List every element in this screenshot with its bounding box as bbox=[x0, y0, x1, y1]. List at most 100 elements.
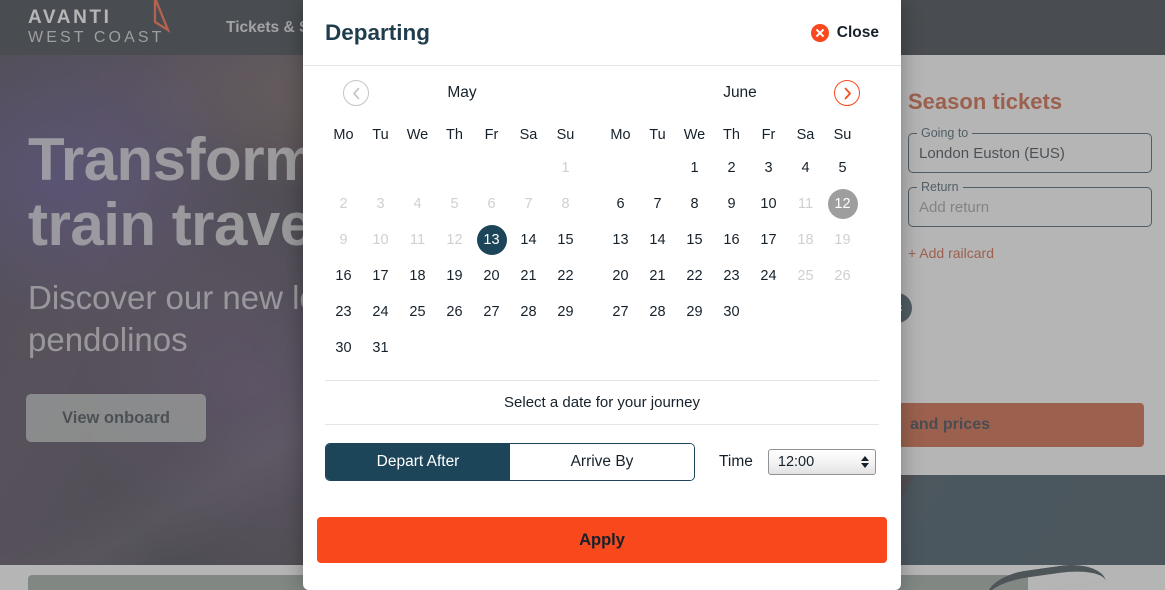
day-june-3[interactable]: 3 bbox=[754, 153, 784, 183]
weekday-mo: Mo bbox=[610, 127, 631, 143]
day-june-15[interactable]: 15 bbox=[680, 225, 710, 255]
day-cell: 29 bbox=[547, 294, 584, 330]
day-cell: 13 bbox=[602, 222, 639, 258]
day-june-17[interactable]: 17 bbox=[754, 225, 784, 255]
day-may-17[interactable]: 17 bbox=[366, 261, 396, 291]
day-empty bbox=[514, 333, 544, 363]
day-june-21[interactable]: 21 bbox=[643, 261, 673, 291]
day-may-24[interactable]: 24 bbox=[366, 297, 396, 327]
day-may-27[interactable]: 27 bbox=[477, 297, 507, 327]
day-june-20[interactable]: 20 bbox=[606, 261, 636, 291]
day-may-28[interactable]: 28 bbox=[514, 297, 544, 327]
page-root: AVANTI WEST COAST Tickets & Savings Tran… bbox=[0, 0, 1165, 590]
day-cell bbox=[639, 150, 676, 186]
day-june-4[interactable]: 4 bbox=[791, 153, 821, 183]
day-may-22[interactable]: 22 bbox=[551, 261, 581, 291]
day-cell: 15 bbox=[547, 222, 584, 258]
day-june-1[interactable]: 1 bbox=[680, 153, 710, 183]
day-june-24[interactable]: 24 bbox=[754, 261, 784, 291]
day-cell: 19 bbox=[824, 222, 861, 258]
day-june-7[interactable]: 7 bbox=[643, 189, 673, 219]
day-june-27[interactable]: 27 bbox=[606, 297, 636, 327]
next-month-button[interactable] bbox=[834, 80, 860, 106]
day-cell: 10 bbox=[362, 222, 399, 258]
day-may-25[interactable]: 25 bbox=[403, 297, 433, 327]
weekday-sa: Sa bbox=[519, 127, 538, 143]
day-may-8: 8 bbox=[561, 196, 570, 212]
day-cell: 22 bbox=[676, 258, 713, 294]
day-cell: 1 bbox=[676, 150, 713, 186]
day-june-29[interactable]: 29 bbox=[680, 297, 710, 327]
weekday-tu: Tu bbox=[649, 127, 666, 143]
month-label-may: May bbox=[447, 84, 477, 101]
day-cell: 2 bbox=[713, 150, 750, 186]
day-cell bbox=[510, 150, 547, 186]
depart-arrive-toggle: Depart After Arrive By bbox=[325, 443, 695, 481]
day-june-12[interactable]: 12 bbox=[827, 189, 858, 219]
day-june-13[interactable]: 13 bbox=[606, 225, 636, 255]
day-may-14[interactable]: 14 bbox=[514, 225, 544, 255]
calendar-week-row: 23 24 25 26 27 28 29 bbox=[325, 294, 602, 330]
day-may-20[interactable]: 20 bbox=[477, 261, 507, 291]
day-may-21[interactable]: 21 bbox=[514, 261, 544, 291]
day-cell: 30 bbox=[713, 294, 750, 330]
day-cell bbox=[824, 294, 861, 330]
day-may-30[interactable]: 30 bbox=[329, 333, 359, 363]
day-cell: 25 bbox=[787, 258, 824, 294]
day-june-5[interactable]: 5 bbox=[828, 153, 858, 183]
modal-header: Departing Close bbox=[303, 0, 901, 66]
day-june-19: 19 bbox=[834, 232, 851, 248]
spinner-arrows-icon[interactable] bbox=[860, 456, 869, 468]
day-cell: 29 bbox=[676, 294, 713, 330]
day-june-16[interactable]: 16 bbox=[717, 225, 747, 255]
day-june-10[interactable]: 10 bbox=[754, 189, 784, 219]
day-june-30[interactable]: 30 bbox=[717, 297, 747, 327]
day-may-31[interactable]: 31 bbox=[366, 333, 396, 363]
day-may-29[interactable]: 29 bbox=[551, 297, 581, 327]
day-may-18[interactable]: 18 bbox=[403, 261, 433, 291]
day-may-26[interactable]: 26 bbox=[440, 297, 470, 327]
day-cell: 8 bbox=[676, 186, 713, 222]
day-cell bbox=[787, 294, 824, 330]
day-cell: 16 bbox=[713, 222, 750, 258]
time-select[interactable]: 12:00 bbox=[767, 449, 876, 475]
day-june-23[interactable]: 23 bbox=[717, 261, 747, 291]
day-june-18: 18 bbox=[797, 232, 814, 248]
close-button[interactable]: Close bbox=[810, 23, 879, 42]
day-june-9[interactable]: 9 bbox=[717, 189, 747, 219]
day-cell: 22 bbox=[547, 258, 584, 294]
day-cell bbox=[824, 330, 861, 366]
day-june-28[interactable]: 28 bbox=[643, 297, 673, 327]
day-empty bbox=[643, 333, 673, 363]
day-june-6[interactable]: 6 bbox=[606, 189, 636, 219]
day-june-8[interactable]: 8 bbox=[680, 189, 710, 219]
day-cell: 4 bbox=[399, 186, 436, 222]
day-june-14[interactable]: 14 bbox=[643, 225, 673, 255]
day-cell bbox=[473, 150, 510, 186]
day-cell bbox=[547, 330, 584, 366]
tab-arrive-by[interactable]: Arrive By bbox=[510, 444, 694, 480]
weekday-tu: Tu bbox=[372, 127, 389, 143]
day-june-26: 26 bbox=[834, 268, 851, 284]
tab-depart-after[interactable]: Depart After bbox=[326, 444, 510, 480]
day-cell bbox=[639, 330, 676, 366]
day-june-22[interactable]: 22 bbox=[680, 261, 710, 291]
day-cell bbox=[750, 330, 787, 366]
day-may-13[interactable]: 13 bbox=[476, 225, 507, 255]
day-may-23[interactable]: 23 bbox=[329, 297, 359, 327]
day-cell: 17 bbox=[750, 222, 787, 258]
weekday-mo: Mo bbox=[333, 127, 354, 143]
day-may-15[interactable]: 15 bbox=[551, 225, 581, 255]
day-june-2[interactable]: 2 bbox=[717, 153, 747, 183]
day-cell: 23 bbox=[713, 258, 750, 294]
day-june-25: 25 bbox=[797, 268, 814, 284]
day-cell: 12 bbox=[436, 222, 473, 258]
modal-title: Departing bbox=[325, 19, 431, 45]
apply-button[interactable]: Apply bbox=[317, 517, 887, 563]
day-cell: 2 bbox=[325, 186, 362, 222]
calendar-week-row: 27 28 29 30 bbox=[602, 294, 879, 330]
day-may-16[interactable]: 16 bbox=[329, 261, 359, 291]
day-may-19[interactable]: 19 bbox=[440, 261, 470, 291]
prev-month-button[interactable] bbox=[343, 80, 369, 106]
day-cell bbox=[602, 330, 639, 366]
